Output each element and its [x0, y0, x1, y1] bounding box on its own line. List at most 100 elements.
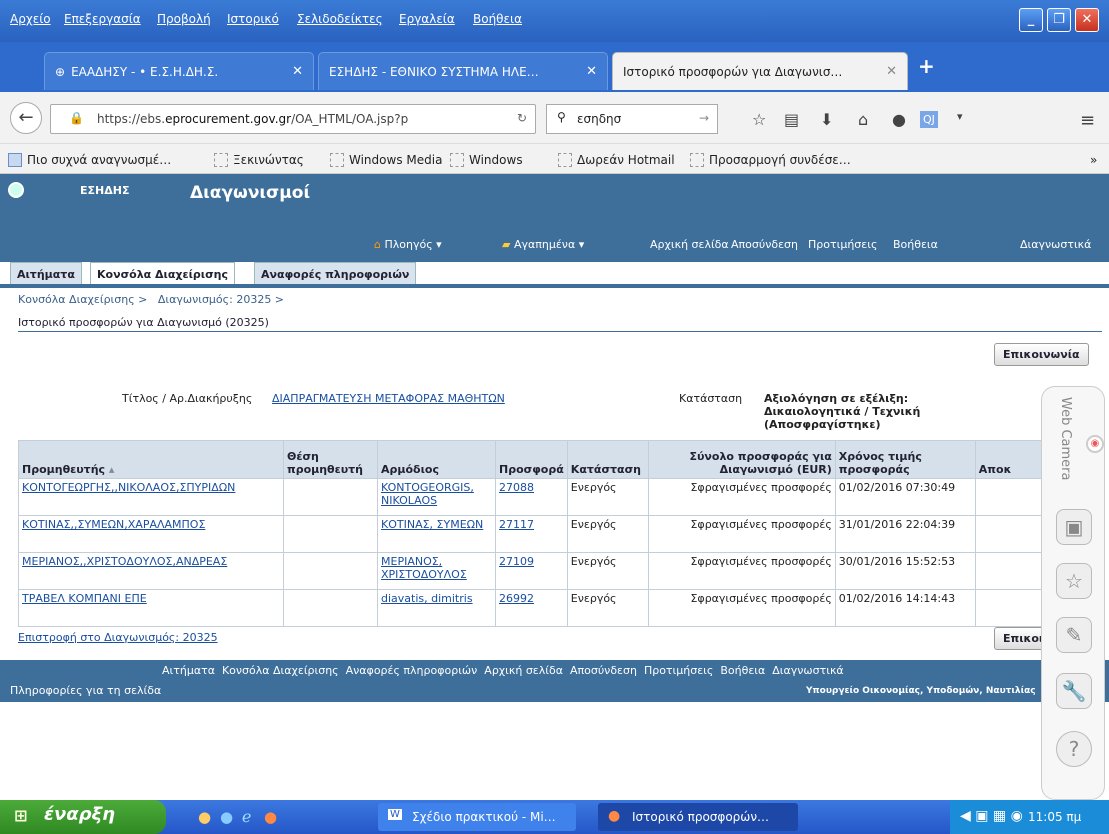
edit-icon[interactable]: ✎ — [1056, 617, 1092, 653]
close-window-icon[interactable]: ✕ — [1075, 8, 1099, 32]
footer-link[interactable]: Βοήθεια — [720, 664, 765, 677]
supplier-link[interactable]: ΚΟΤΙΝΑΣ,,ΣΥΜΕΩΝ,ΧΑΡΑΛΑΜΠΟΣ — [22, 518, 205, 531]
footer: Αιτήματα Κονσόλα Διαχείρισης Αναφορές πλ… — [0, 660, 1109, 702]
field-title-link[interactable]: ΔΙΑΠΡΑΓΜΑΤΕΥΣΗ ΜΕΤΑΦΟΡΑΣ ΜΑΘΗΤΩΝ — [272, 392, 512, 405]
tab-info-reports[interactable]: Αναφορές πληροφοριών — [254, 262, 417, 284]
wrench-icon[interactable]: 🔧 — [1056, 673, 1092, 709]
col-supplier[interactable]: Προμηθευτής ▴ — [18, 440, 284, 479]
firefox-icon[interactable]: ● — [264, 808, 277, 826]
header-link-help[interactable]: Βοήθεια — [893, 238, 938, 251]
bookmark-icon — [8, 153, 22, 167]
hamburger-menu-icon[interactable]: ≡ — [1080, 110, 1095, 131]
menu-file[interactable]: Αρχείο — [10, 12, 51, 26]
menu-help[interactable]: Βοήθεια — [473, 12, 522, 26]
contact-button[interactable]: Επικοινωνία — [994, 343, 1089, 366]
taskbar-item-word[interactable]: W Σχέδιο πρακτικού - Mi… — [378, 803, 576, 831]
menu-view[interactable]: Προβολή — [157, 12, 211, 26]
camera-icon[interactable]: ◉ — [1086, 435, 1104, 453]
bookmark-getting-started[interactable]: Ξεκινώντας — [214, 153, 304, 167]
bookmark-windows[interactable]: Windows — [450, 153, 523, 167]
browser-tab-active[interactable]: Ιστορικό προσφορών για Διαγωνισ… ✕ — [612, 52, 908, 90]
portrait-icon[interactable]: ▣ — [1056, 509, 1092, 545]
header-link-diagnostics[interactable]: Διαγνωστικά — [1020, 238, 1091, 251]
footer-link[interactable]: Προτιμήσεις — [644, 664, 713, 677]
folder-star-icon: ▰ — [502, 238, 511, 251]
reload-icon[interactable]: ↻ — [517, 111, 527, 125]
return-link[interactable]: Επιστροφή στο Διαγωνισμός: 20325 — [18, 631, 218, 644]
breadcrumb-tender[interactable]: Διαγωνισμός: 20325 — [158, 293, 271, 306]
url-bar[interactable]: 🔒 https://ebs.eprocurement.gov.gr/OA_HTM… — [50, 104, 536, 134]
close-tab-icon[interactable]: ✕ — [586, 64, 597, 79]
footer-link[interactable]: Αναφορές πληροφοριών — [346, 664, 478, 677]
footer-link[interactable]: Αρχική σελίδα — [484, 664, 563, 677]
navigator-menu[interactable]: ⌂ Πλοηγός ▾ — [374, 238, 442, 251]
tab-admin-console[interactable]: Κονσόλα Διαχείρισης — [90, 262, 235, 285]
contact-link[interactable]: ΚΟΤΙΝΑΣ, ΣΥΜΕΩΝ — [381, 518, 483, 531]
web-camera-panel: Web Camera ◉ ▣ ☆ ✎ 🔧 ? — [1041, 386, 1105, 800]
field-status-value: Αξιολόγηση σε εξέλιξη: Δικαιολογητικά / … — [764, 392, 921, 431]
quicklaunch-icon[interactable]: ● — [198, 808, 211, 826]
tab-divider — [0, 284, 1109, 288]
addon-icon[interactable]: QJ — [920, 111, 938, 128]
header-link-home[interactable]: Αρχική σελίδα — [650, 238, 729, 251]
more-bookmarks-icon[interactable]: » — [1090, 153, 1097, 167]
bookmark-most-visited[interactable]: Πιο συχνά αναγνωσμέ… — [8, 153, 171, 167]
supplier-link[interactable]: ΚΟΝΤΟΓΕΩΡΓΗΣ,,ΝΙΚΟΛΑΟΣ,ΣΠΥΡΙΔΩΝ — [22, 481, 235, 494]
start-button[interactable]: ⊞ έναρξη — [0, 800, 166, 834]
footer-link[interactable]: Κονσόλα Διαχείρισης — [222, 664, 339, 677]
chat-icon[interactable]: ● — [892, 110, 906, 129]
footer-link[interactable]: Αιτήματα — [162, 664, 215, 677]
favorite-star-icon[interactable]: ☆ — [1056, 563, 1092, 599]
minimize-icon[interactable]: _ — [1019, 8, 1043, 32]
total-cell: Σφραγισμένες προσφορές — [647, 478, 836, 516]
sort-icon: ▴ — [108, 463, 115, 476]
restore-icon[interactable]: ❐ — [1047, 8, 1071, 32]
search-go-icon[interactable]: → — [699, 111, 709, 125]
star-icon[interactable]: ☆ — [752, 110, 766, 129]
page-info[interactable]: Πληροφορίες για τη σελίδα — [10, 684, 161, 697]
taskbar-item-firefox[interactable]: ● Ιστορικό προσφορών… — [598, 803, 798, 831]
offer-link[interactable]: 27109 — [499, 555, 534, 568]
ie-icon[interactable]: ℯ — [242, 807, 251, 826]
browser-tab-eaadhsy[interactable]: ⊕ ΕΑΑΔΗΣΥ - • Ε.Σ.Η.ΔΗ.Σ. ✕ — [44, 52, 314, 90]
close-tab-icon[interactable]: ✕ — [292, 64, 303, 79]
footer-link[interactable]: Διαγνωστικά — [772, 664, 843, 677]
search-input[interactable]: ⚲ εσηδησ → — [546, 104, 718, 134]
tray-icons[interactable]: ◀ ▣ ▦ ◉ — [960, 808, 1023, 824]
menu-history[interactable]: Ιστορικό — [227, 12, 279, 26]
supplier-link[interactable]: ΜΕΡΙΑΝΟΣ,,ΧΡΙΣΤΟΔΟΥΛΟΣ,ΑΝΔΡΕΑΣ — [22, 555, 227, 568]
download-icon[interactable]: ⬇ — [820, 110, 833, 129]
home-icon[interactable]: ⌂ — [858, 110, 868, 129]
breadcrumb-console[interactable]: Κονσόλα Διαχείρισης — [18, 293, 135, 306]
windows-logo-icon: ⊞ — [14, 806, 28, 825]
bookmark-customize[interactable]: Προσαρμογή συνδέσε… — [690, 153, 851, 167]
header-link-preferences[interactable]: Προτιμήσεις — [808, 238, 877, 251]
time-cell: 30/01/2016 15:52:53 — [834, 552, 976, 590]
favorites-menu[interactable]: ▰ Αγαπημένα ▾ — [502, 238, 584, 251]
quicklaunch-icon[interactable]: ● — [220, 808, 233, 826]
back-icon[interactable]: ← — [10, 102, 42, 134]
contact-link[interactable]: diavatis, dimitris — [381, 592, 473, 605]
menu-tools[interactable]: Εργαλεία — [399, 12, 455, 26]
menu-edit[interactable]: Επεξεργασία — [64, 12, 141, 26]
close-tab-icon[interactable]: ✕ — [886, 64, 897, 79]
tab-requests[interactable]: Αιτήματα — [10, 262, 82, 284]
offer-link[interactable]: 26992 — [499, 592, 534, 605]
menu-bookmarks[interactable]: Σελιδοδείκτες — [297, 12, 383, 26]
browser-tab-eshdhs[interactable]: ΕΣΗΔΗΣ - ΕΘΝΙΚΟ ΣΥΣΤΗΜΑ ΗΛΕ… ✕ — [318, 52, 608, 90]
contact-link[interactable]: KONTOGEORGIS, NIKOLAOS — [381, 481, 474, 507]
header-link-logout[interactable]: Αποσύνδεση — [731, 238, 798, 251]
help-icon[interactable]: ? — [1056, 731, 1092, 767]
supplier-link[interactable]: ΤΡΑΒΕΛ ΚΟΜΠΑΝΙ ΕΠΕ — [22, 592, 147, 605]
bookmark-windows-media[interactable]: Windows Media — [330, 153, 442, 167]
new-tab-icon[interactable]: + — [918, 54, 935, 78]
dropdown-icon[interactable]: ▾ — [957, 110, 963, 123]
offer-link[interactable]: 27088 — [499, 481, 534, 494]
reading-list-icon[interactable]: ▤ — [784, 110, 799, 129]
col-status: Κατάσταση — [566, 440, 649, 479]
contact-link[interactable]: ΜΕΡΙΑΝΟΣ, ΧΡΙΣΤΟΔΟΥΛΟΣ — [381, 555, 467, 581]
offer-link[interactable]: 27117 — [499, 518, 534, 531]
footer-link[interactable]: Αποσύνδεση — [570, 664, 637, 677]
bookmark-hotmail[interactable]: Δωρεάν Hotmail — [558, 153, 675, 167]
offers-table: Προμηθευτής ▴ Θέση προμηθευτή Αρμόδιος Π… — [18, 440, 1059, 627]
